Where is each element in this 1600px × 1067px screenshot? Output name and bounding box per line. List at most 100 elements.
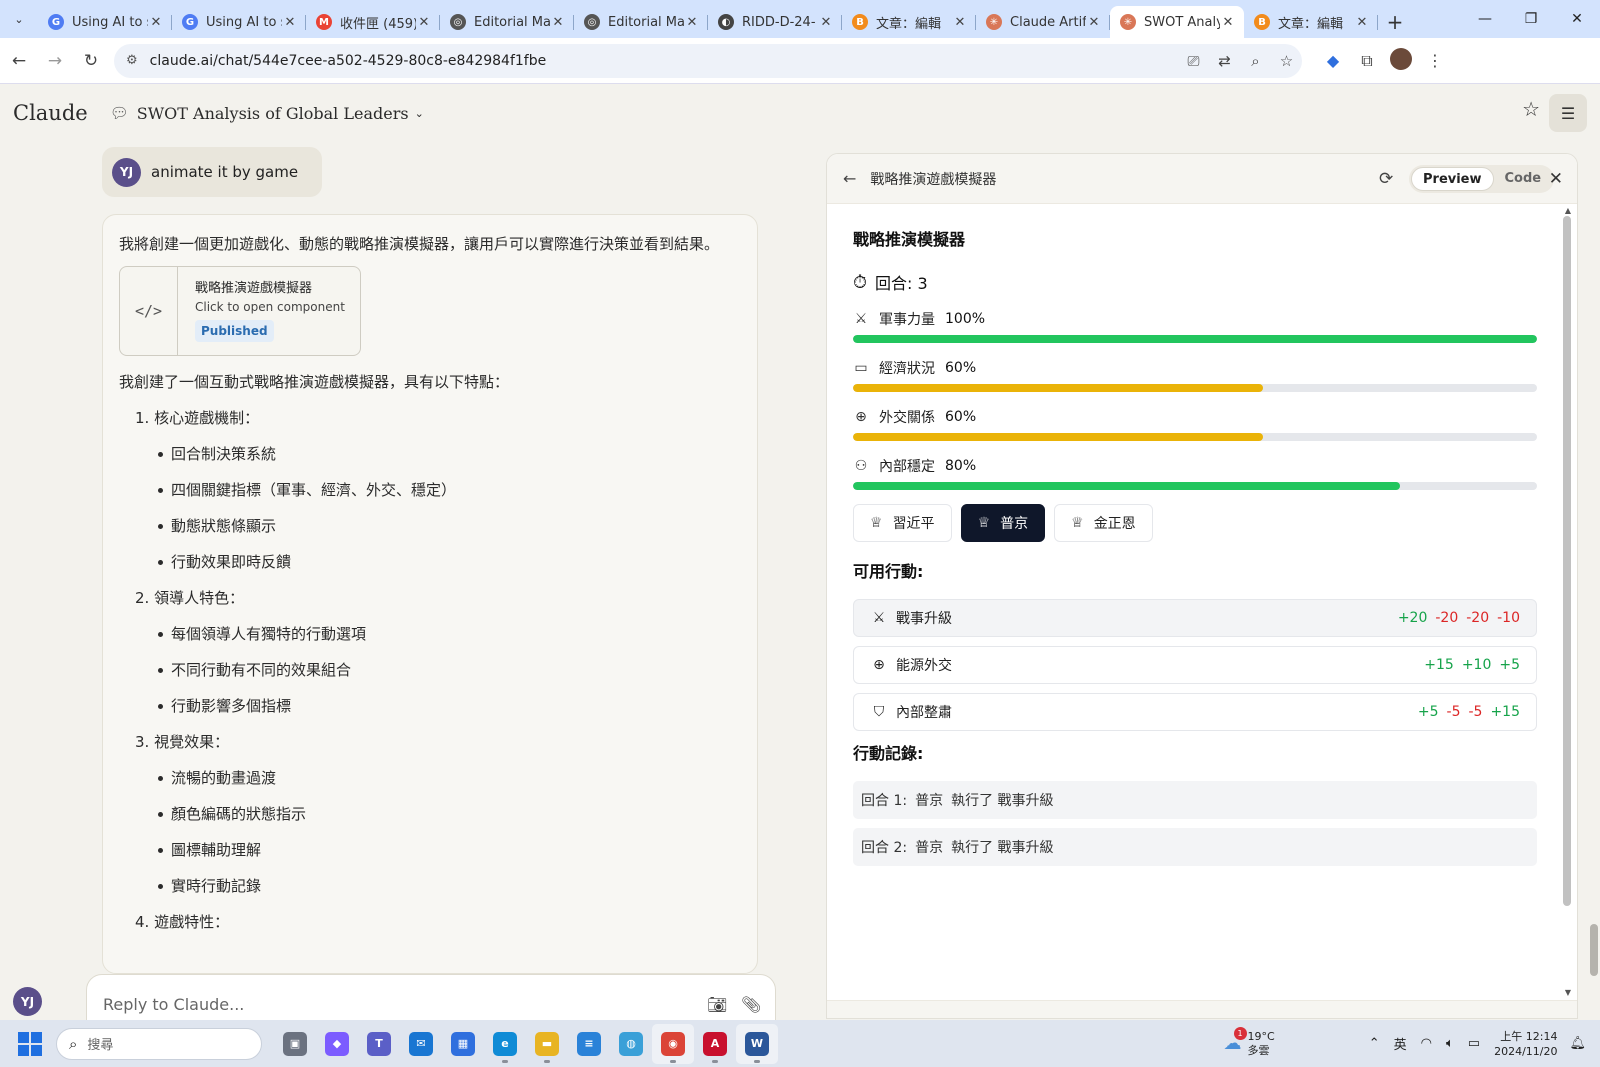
- browser-tab[interactable]: ✳ SWOT Analy ✕: [1110, 6, 1244, 38]
- scroll-up-icon[interactable]: ▲: [1565, 206, 1571, 215]
- weather-widget[interactable]: ☁ 1 19°C 多雲: [1224, 1027, 1275, 1058]
- scroll-down-icon[interactable]: ▼: [1565, 988, 1571, 997]
- browser-tab[interactable]: G Using AI to s ✕: [38, 6, 172, 38]
- round-label: 回合: 3: [875, 274, 928, 293]
- claude-logo[interactable]: Claude: [13, 101, 88, 125]
- taskbar-app-copilot[interactable]: ◆: [316, 1024, 358, 1064]
- leader-button[interactable]: ♕ 金正恩: [1054, 504, 1153, 542]
- back-icon[interactable]: ←: [2, 44, 36, 78]
- windows-start-icon[interactable]: [18, 1031, 42, 1056]
- tab-preview[interactable]: Preview: [1411, 167, 1494, 191]
- taskbar-app-chrome[interactable]: ◉: [652, 1023, 694, 1064]
- extensions-puzzle-icon[interactable]: ⧉: [1350, 51, 1384, 71]
- more-menu-icon[interactable]: ⋮: [1418, 51, 1452, 70]
- actions-title: 可用行動:: [853, 562, 924, 581]
- translate-icon[interactable]: ⇄: [1209, 52, 1240, 70]
- tab-close-icon[interactable]: ✕: [1086, 15, 1102, 30]
- browser-tab[interactable]: ◎ Editorial Ma ✕: [440, 6, 574, 38]
- panel-scrollbar[interactable]: [1563, 216, 1571, 906]
- account-avatar[interactable]: YJ: [13, 987, 42, 1016]
- profile-avatar[interactable]: [1384, 47, 1418, 74]
- tab-close-icon[interactable]: ✕: [1354, 15, 1370, 30]
- browser-tab[interactable]: M 收件匣 (459) ✕: [306, 6, 440, 38]
- bookmark-star-icon[interactable]: ☆: [1271, 52, 1302, 70]
- browser-tab[interactable]: ✳ Claude Artif ✕: [976, 6, 1110, 38]
- clock[interactable]: 上午 12:14 2024/11/20: [1494, 1029, 1557, 1059]
- chrome-icon: ◉: [661, 1031, 685, 1056]
- action-button[interactable]: ⚔ 戰事升級 +20 -20 -20 -10: [853, 599, 1537, 637]
- taskbar-app-mail[interactable]: ✉: [400, 1024, 442, 1064]
- page-scrollbar[interactable]: [1590, 924, 1598, 976]
- extension-icon[interactable]: ◆: [1316, 51, 1350, 70]
- browser-tab[interactable]: G Using AI to s ✕: [172, 6, 306, 38]
- log-round: 回合 2:: [861, 840, 908, 856]
- url-text[interactable]: claude.ai/chat/544e7cee-a502-4529-80c8-e…: [150, 53, 1178, 69]
- tab-close-icon[interactable]: ✕: [550, 15, 566, 30]
- close-window-icon[interactable]: ✕: [1554, 0, 1600, 38]
- tab-close-icon[interactable]: ✕: [416, 15, 432, 30]
- tab-close-icon[interactable]: ✕: [684, 15, 700, 30]
- taskbar-app-teams[interactable]: T: [358, 1024, 400, 1064]
- star-icon[interactable]: ☆: [1522, 97, 1540, 121]
- new-tab-button[interactable]: +: [1378, 6, 1412, 38]
- tab-close-icon[interactable]: ✕: [148, 15, 164, 30]
- action-button[interactable]: ⛉ 內部整肅 +5 -5 -5 +15: [853, 693, 1537, 731]
- stat-value: 60%: [945, 409, 977, 425]
- battery-icon[interactable]: ▭: [1468, 1036, 1480, 1051]
- wifi-icon[interactable]: ◠: [1421, 1036, 1432, 1051]
- refresh-icon[interactable]: ⟳: [1379, 169, 1393, 189]
- install-app-icon[interactable]: ⎚: [1178, 52, 1209, 70]
- effect-value: -20: [1466, 610, 1490, 626]
- paperclip-icon[interactable]: 📎︎: [741, 995, 761, 1014]
- browser-tab[interactable]: ◐ RIDD-D-24- ✕: [708, 6, 842, 38]
- minimize-icon[interactable]: —: [1462, 0, 1508, 38]
- leader-button[interactable]: ♕ 習近平: [853, 504, 952, 542]
- close-icon[interactable]: ✕: [1549, 169, 1563, 189]
- tab-close-icon[interactable]: ✕: [818, 15, 834, 30]
- reload-icon[interactable]: ↻: [74, 44, 108, 78]
- tab-search-chevron-icon[interactable]: ⌄: [0, 0, 38, 38]
- taskbar-app-notepad[interactable]: ≡: [568, 1024, 610, 1064]
- taskbar-app-edge[interactable]: e: [484, 1024, 526, 1064]
- url-input[interactable]: ⚙ claude.ai/chat/544e7cee-a502-4529-80c8…: [114, 43, 1302, 78]
- tab-close-icon[interactable]: ✕: [282, 15, 298, 30]
- zoom-icon[interactable]: ⌕: [1240, 52, 1271, 70]
- tab-list: G Using AI to s ✕ G Using AI to s ✕ M 收件匣 (459)…: [38, 6, 1378, 38]
- taskbar-search[interactable]: ⌕ 搜尋: [56, 1027, 262, 1060]
- camera-icon[interactable]: 📷︎: [707, 995, 727, 1014]
- taskbar-app-acrobat[interactable]: A: [694, 1024, 736, 1064]
- action-button[interactable]: ⊕ 能源外交 +15 +10 +5: [853, 646, 1537, 684]
- browser-tab[interactable]: ◎ Editorial Ma ✕: [574, 6, 708, 38]
- tab-close-icon[interactable]: ✕: [1220, 15, 1236, 30]
- feature-section: 3. 視覺效果： 流暢的動畫過渡 顏色編碼的狀態指示 圖標輔助理解 實時行動記錄: [119, 730, 727, 898]
- tab-favicon-icon: ✳: [986, 14, 1002, 30]
- action-list: ⚔ 戰事升級 +20 -20 -20 -10 ⊕ 能源外交 +15 +10 +5 ⛉ 內部整肅 +5 -5-…: [853, 599, 1537, 731]
- tab-code[interactable]: Code: [1494, 167, 1553, 191]
- taskbar-app-task-view[interactable]: ▣: [274, 1024, 316, 1064]
- notification-bell-icon[interactable]: 🔔︎: [1569, 1036, 1586, 1051]
- forward-icon[interactable]: →: [38, 44, 72, 78]
- taskbar-app-store[interactable]: ▦: [442, 1024, 484, 1064]
- taskbar-app-file-explorer[interactable]: ▬: [526, 1024, 568, 1064]
- volume-icon[interactable]: 🔈︎: [1446, 1036, 1454, 1051]
- browser-tab[interactable]: B 文章：編輯 ✕: [842, 6, 976, 38]
- taskbar-app-globe-app[interactable]: ◍: [610, 1024, 652, 1064]
- file-explorer-icon: ▬: [535, 1031, 559, 1056]
- effect-value: -5: [1446, 704, 1461, 720]
- settings-sliders-icon[interactable]: ☰: [1549, 94, 1587, 132]
- ime-indicator[interactable]: 英: [1394, 1034, 1407, 1053]
- artifact-name: 戰略推演遊戲模擬器: [195, 281, 313, 296]
- copilot-icon: ◆: [325, 1031, 349, 1056]
- taskbar-app-word[interactable]: W: [736, 1023, 778, 1064]
- tab-title: Claude Artif: [1010, 14, 1086, 30]
- leader-button[interactable]: ♕ 普京: [960, 504, 1046, 542]
- site-info-icon[interactable]: ⚙: [126, 53, 138, 68]
- restore-icon[interactable]: ❐: [1508, 0, 1554, 38]
- chat-title-dropdown[interactable]: 💬︎ SWOT Analysis of Global Leaders ⌄: [110, 104, 424, 123]
- action-name: 內部整肅: [896, 705, 952, 721]
- chevron-up-icon[interactable]: ⌃: [1369, 1036, 1380, 1051]
- artifact-card[interactable]: </> 戰略推演遊戲模擬器 Click to open component Pu…: [119, 266, 361, 356]
- back-arrow-icon[interactable]: ←: [843, 169, 856, 188]
- tab-close-icon[interactable]: ✕: [952, 15, 968, 30]
- browser-tab[interactable]: B 文章：編輯 ✕: [1244, 6, 1378, 38]
